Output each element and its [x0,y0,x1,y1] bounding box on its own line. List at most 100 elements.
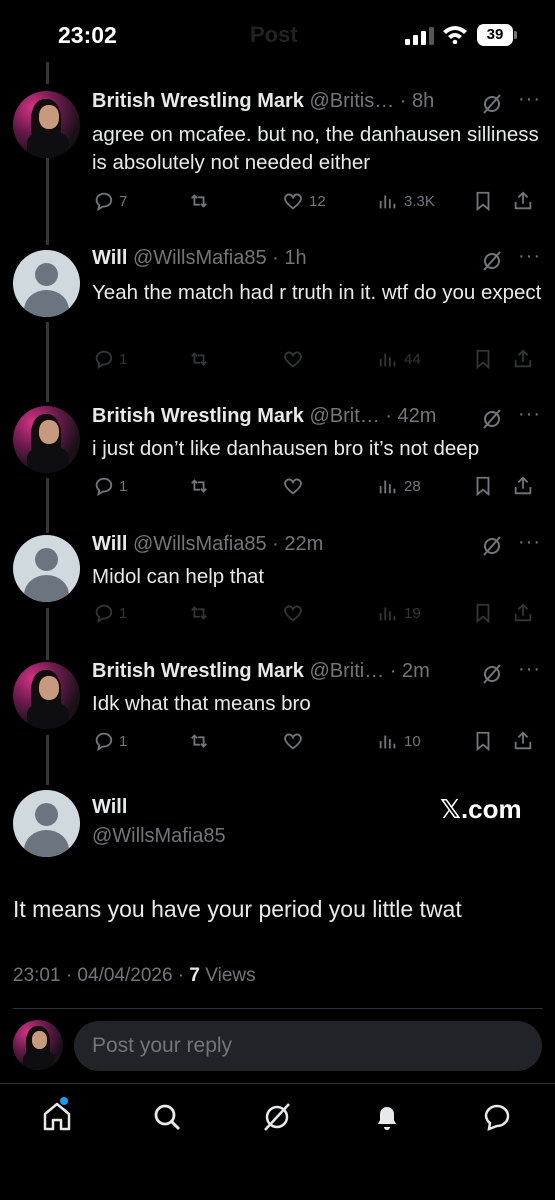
views-count: 19 [404,604,421,622]
share-button[interactable] [512,473,534,499]
like-button[interactable] [282,728,304,754]
my-avatar[interactable] [13,1020,63,1070]
reply-button[interactable]: 1 [92,346,127,372]
views-button[interactable]: 3.3K [377,188,435,214]
share-button[interactable] [512,600,534,626]
share-button[interactable] [512,346,534,372]
tab-notifications[interactable] [370,1100,404,1134]
bookmark-button[interactable] [472,473,494,499]
grok-icon[interactable] [481,250,503,272]
author-handle[interactable]: @Brit… [309,405,379,427]
share-icon [514,349,532,368]
more-icon[interactable]: ··· [518,531,541,554]
thread-line [46,608,49,660]
reply-button[interactable]: 1 [92,728,127,754]
grok-icon[interactable] [481,93,503,115]
more-icon[interactable]: ··· [518,658,541,681]
author-handle[interactable]: @Briti… [309,660,384,682]
divider [13,1008,543,1009]
grok-icon[interactable] [481,663,503,685]
author-name[interactable]: British Wrestling Mark [92,90,304,112]
more-icon[interactable]: ··· [518,403,541,426]
author-handle[interactable]: @WillsMafia85 [133,533,267,555]
avatar[interactable] [13,790,80,857]
reply-icon [95,732,113,752]
more-icon[interactable]: ··· [518,245,541,268]
author-name[interactable]: Will [92,533,127,555]
author-name[interactable]: Will [92,796,127,819]
like-button[interactable] [282,600,304,626]
reply-input[interactable]: Post your reply [74,1021,542,1071]
reply-icon [95,477,113,497]
post-timestamp: 23:01 · 04/04/2026 · [13,965,190,986]
reply-count: 7 [119,192,128,210]
post-text: Yeah the match had r truth in it. wtf do… [92,281,542,304]
reply-button[interactable]: 7 [92,188,127,214]
avatar[interactable] [13,662,80,729]
thread-line [46,735,49,785]
share-icon [514,603,532,622]
post-time[interactable]: · 8h [400,90,434,112]
repost-icon [191,606,207,620]
reply-count: 1 [119,477,128,495]
status-bar: 23:02 Post 39 [0,0,555,72]
tab-search[interactable] [150,1100,184,1134]
author-name[interactable]: Will [92,247,127,269]
grok-icon[interactable] [481,535,503,557]
repost-button[interactable] [188,346,210,372]
bookmark-button[interactable] [472,728,494,754]
views-button[interactable]: 28 [377,473,421,499]
reply-button[interactable]: 1 [92,600,127,626]
repost-button[interactable] [188,473,210,499]
like-button[interactable] [282,473,304,499]
grok-icon[interactable] [481,408,503,430]
reply-button[interactable]: 1 [92,473,127,499]
repost-button[interactable] [188,188,215,214]
tab-grok[interactable] [260,1100,294,1134]
heart-icon [284,733,302,750]
bookmark-button[interactable] [472,188,494,214]
like-button[interactable] [282,346,304,372]
post-time[interactable]: · 2m [390,660,430,682]
avatar[interactable] [13,91,80,158]
post-text: Idk what that means bro [92,692,311,715]
post-text: agree on mcafee. but no, the danhausen s… [92,123,539,174]
views-button[interactable]: 10 [377,728,421,754]
like-count: 12 [309,192,326,210]
author-handle[interactable]: @Britis… [309,90,394,112]
share-icon [514,476,532,495]
author-name[interactable]: British Wrestling Mark [92,405,304,427]
x-watermark: 𝕏.com [440,794,522,824]
like-button[interactable]: 12 [282,188,326,214]
author-name[interactable]: British Wrestling Mark [92,660,304,682]
bookmark-button[interactable] [472,600,494,626]
views-button[interactable]: 19 [377,600,421,626]
author-handle[interactable]: @WillsMafia85 [92,825,226,848]
tab-home[interactable] [40,1100,74,1134]
repost-icon [191,734,207,748]
views-count[interactable]: 7 [189,965,200,986]
post-time[interactable]: · 22m [272,533,323,555]
notification-dot [60,1097,68,1105]
avatar[interactable] [13,250,80,317]
views-icon [379,480,396,494]
avatar[interactable] [13,535,80,602]
reply-icon [95,604,113,624]
action-bar: 7 12 3.3K [92,188,542,214]
post-time[interactable]: · 1h [272,247,306,269]
repost-button[interactable] [188,600,210,626]
repost-icon [191,194,207,208]
views-icon [379,195,396,209]
author-handle[interactable]: @WillsMafia85 [133,247,267,269]
views-button[interactable]: 44 [377,346,421,372]
share-button[interactable] [512,188,534,214]
bookmark-button[interactable] [472,346,494,372]
repost-button[interactable] [188,728,210,754]
tab-messages[interactable] [480,1100,514,1134]
avatar[interactable] [13,406,80,473]
more-icon[interactable]: ··· [518,88,541,111]
post-text: It means you have your period you little… [13,896,462,922]
post-time[interactable]: · 42m [385,405,436,427]
wifi-icon [443,26,467,44]
share-button[interactable] [512,728,534,754]
